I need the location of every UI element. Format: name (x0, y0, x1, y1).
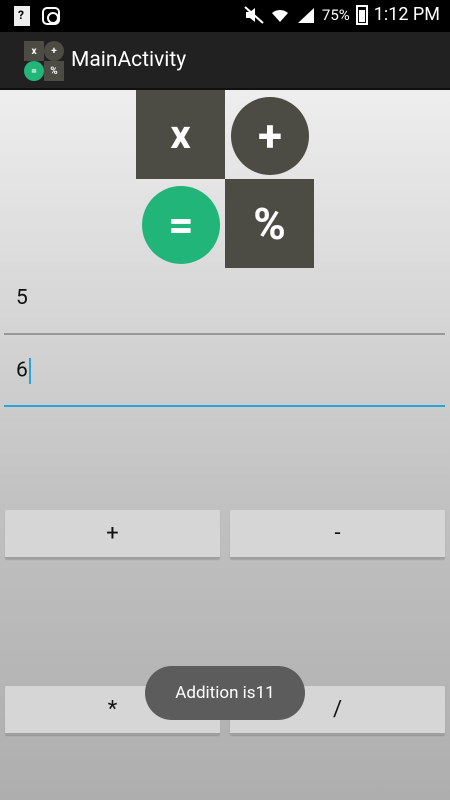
second-number-value: 6 (16, 358, 28, 383)
text-cursor (28, 358, 31, 384)
clock: 1:12 PM (373, 4, 440, 25)
first-number-underline (4, 333, 445, 335)
equals-circle: = (142, 186, 220, 264)
result-toast: Addition is11 (145, 666, 305, 720)
status-bar: 75% 1:12 PM (0, 0, 450, 32)
app-logo-icon: x + = % (24, 41, 64, 81)
times-tile: x (136, 90, 225, 179)
battery-percent: 75% (321, 5, 350, 24)
mute-icon (244, 5, 264, 24)
subtract-button[interactable]: - (230, 510, 445, 559)
logo-times-cell: x (24, 41, 44, 61)
first-number-value: 5 (16, 286, 28, 310)
logo-percent-cell: % (44, 61, 64, 81)
battery-icon (355, 4, 368, 25)
second-number-input[interactable]: 6 (6, 358, 444, 402)
instagram-notification-icon (42, 7, 60, 25)
add-button[interactable]: + (5, 510, 220, 559)
document-notification-icon (14, 6, 30, 26)
percent-tile: % (225, 179, 314, 268)
page-title: MainActivity (71, 48, 187, 72)
logo-plus-cell: + (44, 41, 64, 61)
first-number-input[interactable]: 5 (6, 286, 444, 330)
signal-icon (297, 7, 314, 23)
calculator-logo: x + = % (136, 90, 314, 268)
logo-equals-cell: = (24, 61, 44, 81)
second-number-underline (4, 405, 445, 407)
main-content: x + = % 5 6 + - * / Addition is11 (0, 90, 450, 800)
plus-circle: + (231, 97, 309, 175)
action-bar: x + = % MainActivity (0, 32, 450, 90)
wifi-icon (271, 9, 288, 22)
